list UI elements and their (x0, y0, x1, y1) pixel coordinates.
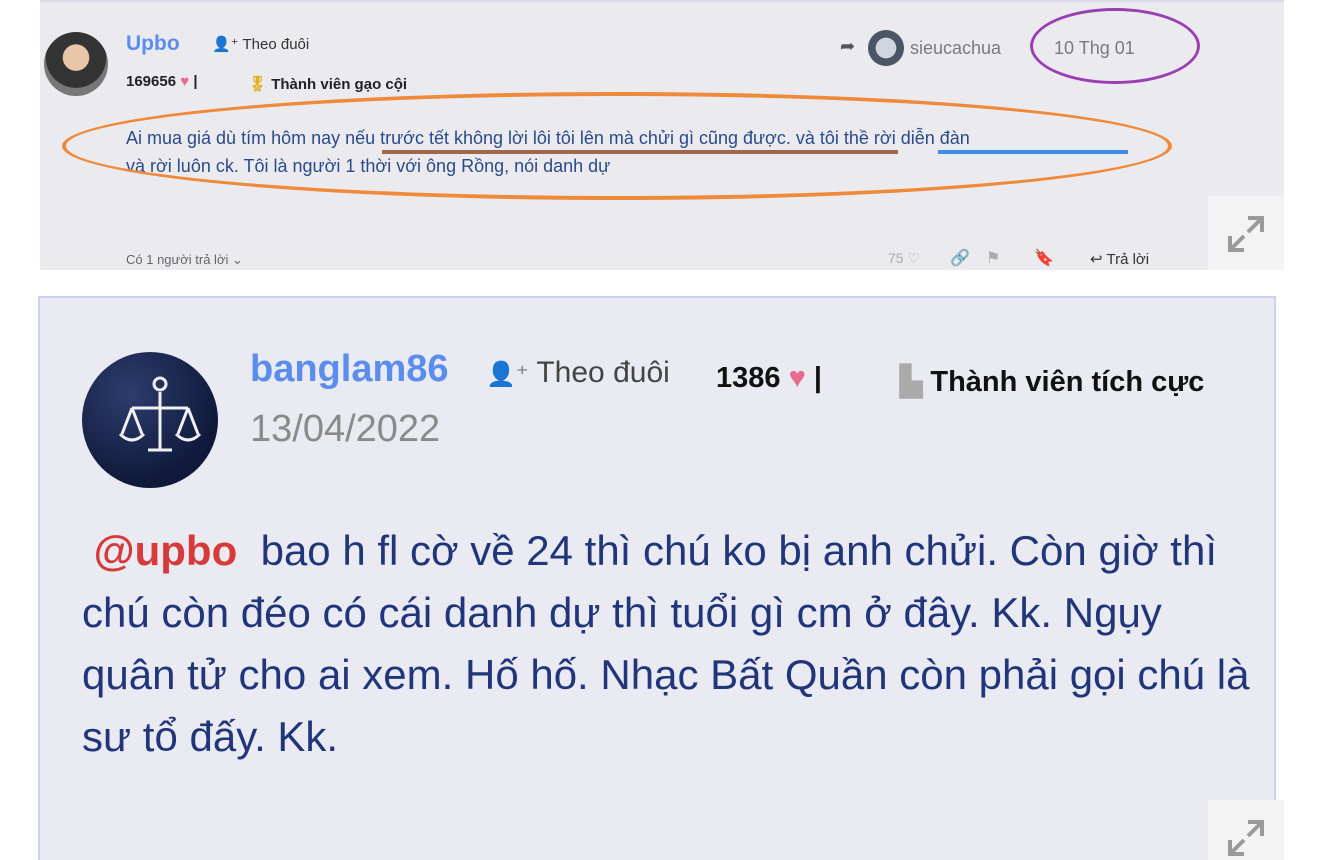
username-link[interactable]: Upbo (126, 32, 180, 56)
reply-arrow-icon: ↩ (1090, 251, 1103, 268)
user-plus-icon: 👤⁺ (212, 36, 239, 53)
divider: | (193, 73, 198, 90)
post-card-banglam86: banglam86 👤⁺ Theo đuôi 1386 ♥ | ▙ Thành … (38, 296, 1276, 860)
expand-button-top[interactable] (1208, 196, 1284, 270)
user-plus-icon: 👤⁺ (486, 361, 529, 388)
replies-label: Có 1 người trả lời (126, 252, 229, 267)
like-button[interactable]: 75 ♡ (888, 250, 920, 267)
replies-toggle[interactable]: Có 1 người trả lời ⌄ (126, 252, 243, 268)
user-score: 1386 ♥ | (716, 362, 822, 395)
divider: | (813, 362, 822, 394)
rank-label: Thành viên gạo cội (271, 76, 408, 93)
libra-zodiac-icon (109, 376, 202, 472)
like-count: 75 (888, 250, 904, 266)
heart-icon: ♥ (180, 73, 190, 90)
user-score: 169656 ♥ | (126, 73, 198, 90)
post-body: @upbo bao h fl cờ về 24 thì chú ko bị an… (82, 520, 1252, 768)
follow-button[interactable]: 👤⁺ Theo đuôi (212, 35, 309, 53)
rank-badge: 🎖 Thành viên gạo cội (248, 75, 407, 93)
link-icon[interactable]: 🔗 (950, 248, 970, 268)
avatar[interactable] (44, 32, 108, 96)
rank-label: Thành viên tích cực (930, 366, 1205, 398)
flag-icon[interactable]: ⚑ (986, 248, 1000, 268)
post-card-upbo: Upbo 👤⁺ Theo đuôi 169656 ♥ | 🎖 Thành viê… (40, 0, 1284, 270)
chevron-down-icon: ⌄ (231, 252, 243, 267)
score-value: 169656 (126, 73, 177, 90)
orange-ellipse-annotation (62, 92, 1172, 200)
post-date[interactable]: 13/04/2022 (250, 408, 440, 451)
heart-outline-icon: ♡ (907, 250, 921, 266)
expand-button-bottom[interactable] (1208, 800, 1284, 860)
expand-icon (1228, 820, 1264, 856)
heart-icon: ♥ (788, 362, 806, 394)
follow-label: Theo đuôi (536, 356, 670, 389)
replied-user-avatar[interactable] (868, 30, 904, 66)
reply-button[interactable]: ↩ Trả lời (1090, 250, 1149, 268)
follow-label: Theo đuôi (242, 36, 310, 53)
score-value: 1386 (716, 362, 781, 394)
bookmark-icon[interactable]: 🔖 (1034, 248, 1054, 268)
share-arrow-icon: ➦ (840, 36, 856, 56)
rank-badge: ▙ Thành viên tích cực (900, 364, 1204, 399)
avatar[interactable] (82, 352, 218, 488)
expand-icon (1228, 216, 1264, 252)
medal-icon: 🎖 (248, 76, 268, 93)
reply-label: Trả lời (1106, 251, 1150, 268)
username-link[interactable]: banglam86 (250, 348, 449, 391)
rank-icon: ▙ (900, 366, 923, 398)
replied-user-link[interactable]: sieucachua (910, 38, 1001, 59)
mention-link[interactable]: @upbo (94, 527, 238, 574)
follow-button[interactable]: 👤⁺ Theo đuôi (486, 356, 670, 390)
purple-circle-annotation (1030, 8, 1200, 84)
post-body-text: bao h fl cờ về 24 thì chú ko bị anh chửi… (82, 527, 1250, 760)
